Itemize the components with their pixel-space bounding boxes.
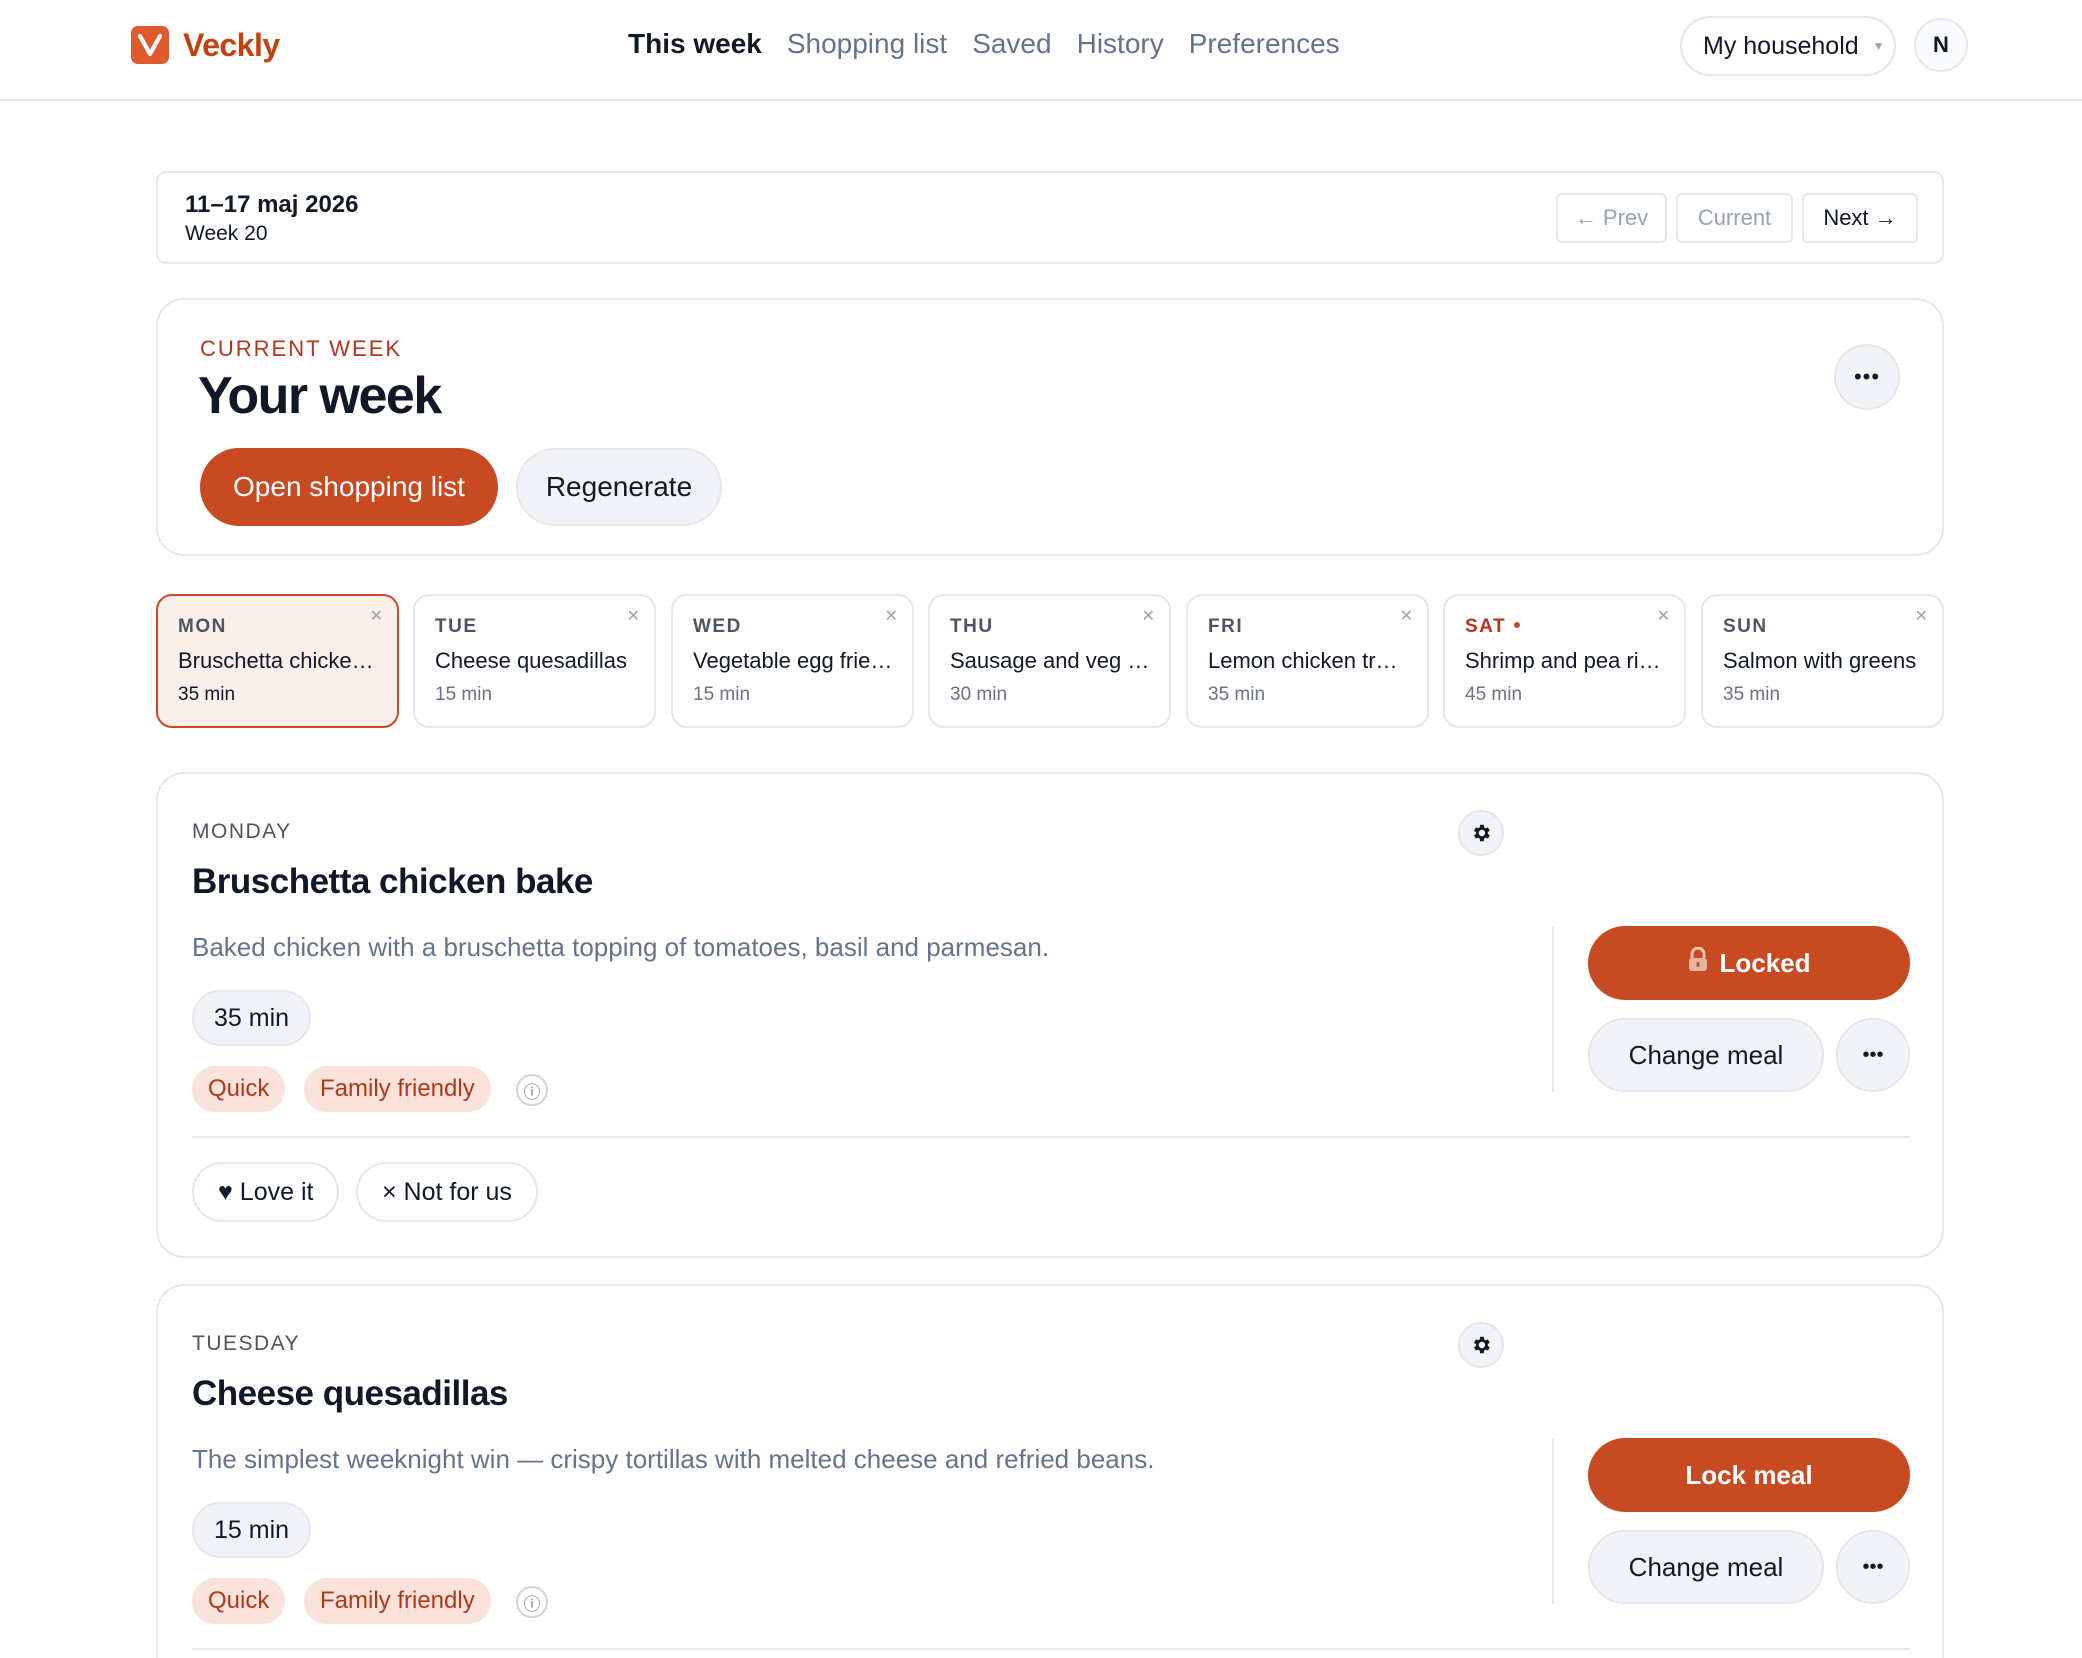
- nav-this-week[interactable]: This week: [628, 28, 762, 60]
- day-abbr: SAT: [1465, 616, 1521, 638]
- day-tab-mon[interactable]: MON ✕ Bruschetta chicken bake 35 min: [156, 594, 399, 728]
- veckly-logo-icon: [131, 26, 169, 64]
- close-icon[interactable]: ✕: [885, 606, 898, 626]
- prev-week-button[interactable]: ← Prev: [1556, 193, 1667, 243]
- day-meal-name: Bruschetta chicken bake: [178, 648, 378, 673]
- nav-history[interactable]: History: [1077, 28, 1164, 60]
- horizontal-divider: [192, 1648, 1910, 1650]
- household-selector[interactable]: My household ▼: [1680, 16, 1896, 76]
- open-shopping-list-button[interactable]: Open shopping list: [200, 448, 498, 526]
- not-for-us-button[interactable]: × Not for us: [356, 1162, 538, 1222]
- close-icon[interactable]: ✕: [370, 606, 383, 626]
- week-range-bar: 11–17 maj 2026 Week 20 ← Prev Current Ne…: [156, 171, 1944, 264]
- info-icon[interactable]: ⓘ: [516, 1586, 548, 1618]
- info-icon[interactable]: ⓘ: [516, 1074, 548, 1106]
- day-abbr: FRI: [1208, 616, 1244, 637]
- nav-shopping-list[interactable]: Shopping list: [787, 28, 947, 60]
- day-abbr: THU: [950, 616, 994, 637]
- week-number: Week 20: [185, 222, 268, 245]
- brand-name: Veckly: [183, 26, 280, 63]
- main-nav: This week Shopping list Saved History Pr…: [628, 28, 1340, 60]
- locked-label: Locked: [1719, 947, 1811, 978]
- locked-button[interactable]: Locked: [1588, 926, 1910, 1000]
- day-tab-tue[interactable]: TUE ✕ Cheese quesadillas 15 min: [413, 594, 656, 728]
- top-navigation: Veckly This week Shopping list Saved His…: [0, 0, 2082, 101]
- chevron-down-icon: ▼: [1872, 39, 1885, 53]
- tag-family-friendly: Family friendly: [304, 1578, 491, 1624]
- day-meal-name: Sausage and veg traybake: [950, 648, 1150, 673]
- day-meal-time: 45 min: [1465, 684, 1523, 705]
- day-meal-time: 30 min: [950, 684, 1008, 705]
- avatar[interactable]: N: [1914, 18, 1968, 72]
- day-abbr: SUN: [1723, 616, 1768, 637]
- close-icon[interactable]: ✕: [1400, 606, 1413, 626]
- week-hero-card: CURRENT WEEK Your week Open shopping lis…: [156, 298, 1944, 556]
- meal-time-pill: 15 min: [192, 1502, 312, 1558]
- vertical-divider: [1552, 1438, 1554, 1604]
- day-abbr-text: SAT: [1465, 616, 1507, 637]
- tag-family-friendly: Family friendly: [304, 1066, 491, 1112]
- meal-day-label: MONDAY: [192, 820, 292, 843]
- change-meal-button[interactable]: Change meal: [1588, 1018, 1824, 1092]
- meal-description: The simplest weeknight win — crispy tort…: [192, 1444, 1155, 1474]
- day-meal-name: Salmon with greens: [1723, 648, 1917, 673]
- day-meal-time: 35 min: [178, 684, 236, 705]
- day-meal-name: Cheese quesadillas: [435, 648, 628, 673]
- day-tabs: MON ✕ Bruschetta chicken bake 35 min TUE…: [156, 594, 1944, 728]
- vertical-divider: [1552, 926, 1554, 1092]
- day-abbr: TUE: [435, 616, 478, 637]
- nav-preferences[interactable]: Preferences: [1189, 28, 1340, 60]
- day-meal-name: Vegetable egg fried rice: [693, 648, 893, 673]
- change-meal-button[interactable]: Change meal: [1588, 1530, 1824, 1604]
- more-icon[interactable]: •••: [1836, 1018, 1910, 1092]
- day-meal-time: 35 min: [1723, 684, 1781, 705]
- meal-time-pill: 35 min: [192, 990, 312, 1046]
- day-meal-time: 35 min: [1208, 684, 1266, 705]
- nav-saved[interactable]: Saved: [972, 28, 1051, 60]
- day-abbr: MON: [178, 616, 227, 637]
- close-icon[interactable]: ✕: [1142, 606, 1155, 626]
- day-abbr: WED: [693, 616, 742, 637]
- close-icon[interactable]: ✕: [1657, 606, 1670, 626]
- more-icon[interactable]: •••: [1834, 344, 1900, 410]
- hero-kicker: CURRENT WEEK: [200, 336, 403, 361]
- meal-day-label: TUESDAY: [192, 1332, 301, 1355]
- meal-card-monday: MONDAY Bruschetta chicken bake Baked chi…: [156, 772, 1944, 1258]
- meal-title: Cheese quesadillas: [192, 1374, 508, 1413]
- gear-icon[interactable]: [1458, 1322, 1504, 1368]
- day-meal-name: Lemon chicken traybake: [1208, 648, 1408, 673]
- meal-card-tuesday: TUESDAY Cheese quesadillas The simplest …: [156, 1284, 1944, 1658]
- day-tab-wed[interactable]: WED ✕ Vegetable egg fried rice 15 min: [671, 594, 914, 728]
- day-meal-time: 15 min: [435, 684, 493, 705]
- household-label: My household: [1703, 31, 1859, 60]
- brand[interactable]: Veckly: [131, 26, 280, 64]
- close-icon[interactable]: ✕: [627, 606, 640, 626]
- day-meal-name: Shrimp and pea risotto: [1465, 648, 1665, 673]
- regenerate-button[interactable]: Regenerate: [516, 448, 722, 526]
- lock-icon: [1687, 946, 1709, 980]
- day-meal-time: 15 min: [693, 684, 751, 705]
- next-week-button[interactable]: Next →: [1802, 193, 1918, 243]
- planned-dot-icon: [1514, 621, 1521, 628]
- gear-icon[interactable]: [1458, 810, 1504, 856]
- day-tab-thu[interactable]: THU ✕ Sausage and veg traybake 30 min: [928, 594, 1171, 728]
- day-tab-sat[interactable]: SAT ✕ Shrimp and pea risotto 45 min: [1443, 594, 1686, 728]
- tag-quick: Quick: [192, 1578, 286, 1624]
- meal-title: Bruschetta chicken bake: [192, 862, 593, 901]
- lock-meal-button[interactable]: Lock meal: [1588, 1438, 1910, 1512]
- more-icon[interactable]: •••: [1836, 1530, 1910, 1604]
- meal-description: Baked chicken with a bruschetta topping …: [192, 932, 1050, 962]
- love-it-button[interactable]: ♥ Love it: [192, 1162, 340, 1222]
- day-tab-sun[interactable]: SUN ✕ Salmon with greens 35 min: [1701, 594, 1944, 728]
- page-title: Your week: [198, 367, 442, 425]
- close-icon[interactable]: ✕: [1915, 606, 1928, 626]
- day-tab-fri[interactable]: FRI ✕ Lemon chicken traybake 35 min: [1186, 594, 1429, 728]
- week-date-range: 11–17 maj 2026: [185, 191, 359, 218]
- current-week-button[interactable]: Current: [1676, 193, 1793, 243]
- tag-quick: Quick: [192, 1066, 286, 1112]
- horizontal-divider: [192, 1136, 1910, 1138]
